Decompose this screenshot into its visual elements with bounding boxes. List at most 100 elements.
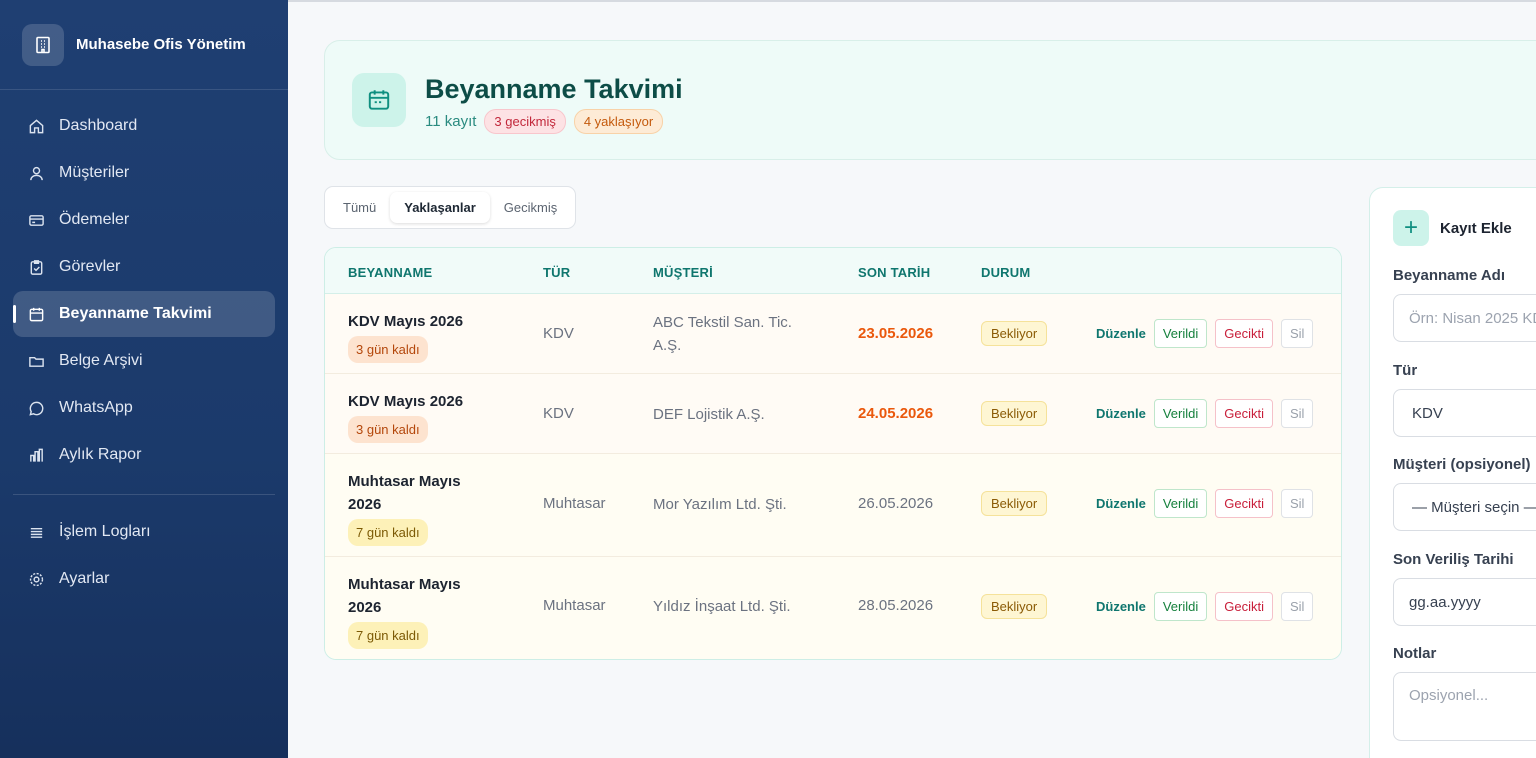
chat-bubble-icon <box>27 399 45 417</box>
tab-upcoming[interactable]: Yaklaşanlar <box>390 192 490 223</box>
sidebar-item-tasks[interactable]: Görevler <box>13 244 275 290</box>
column-header-declaration: BEYANNAME <box>348 265 433 280</box>
due-date: 24.05.2026 <box>858 405 934 422</box>
declaration-title: KDV Mayıs 2026 <box>348 313 464 330</box>
calendar-icon <box>27 305 45 323</box>
due-date-label: Son Veriliş Tarihi <box>1393 551 1514 568</box>
mark-late-button[interactable]: Gecikti <box>1215 399 1273 428</box>
status-cell: Bekliyor <box>981 401 1048 426</box>
building-icon <box>22 23 64 66</box>
client-select[interactable]: — Müşteri seçin — <box>1393 483 1536 531</box>
notes-label: Notlar <box>1393 645 1437 662</box>
sidebar-item-dashboard[interactable]: Dashboard <box>13 103 275 149</box>
row-actions: Düzenle Verildi Gecikti Sil <box>1096 489 1314 518</box>
header-meta: 11 kayıt 3 gecikmiş 4 yaklaşıyor <box>425 109 664 134</box>
sidebar-item-settings[interactable]: Ayarlar <box>13 556 275 602</box>
form-title: Kayıt Ekle <box>1440 219 1512 237</box>
column-header-type: TÜR <box>543 265 571 280</box>
edit-button[interactable]: Düzenle <box>1096 496 1146 511</box>
due-date: 23.05.2026 <box>858 325 934 342</box>
upcoming-badge: 4 yaklaşıyor <box>573 109 664 134</box>
sidebar-item-payments[interactable]: Ödemeler <box>13 197 275 243</box>
client-name: Mor Yazılım Ltd. Şti. <box>653 496 787 513</box>
mark-given-button[interactable]: Verildi <box>1153 489 1208 518</box>
status-badge: Bekliyor <box>981 491 1048 516</box>
sidebar-item-label: Dashboard <box>59 117 138 134</box>
column-header-status: DURUM <box>981 265 1031 280</box>
sidebar-item-label: Belge Arşivi <box>59 352 143 369</box>
form-header: + Kayıt Ekle <box>1393 210 1512 246</box>
overdue-badge: 3 gecikmiş <box>484 109 566 134</box>
status-cell: Bekliyor <box>981 321 1048 346</box>
sidebar-item-archive[interactable]: Belge Arşivi <box>13 338 275 384</box>
status-badge: Bekliyor <box>981 321 1048 346</box>
tab-overdue[interactable]: Gecikmiş <box>490 192 571 223</box>
status-cell: Bekliyor <box>981 594 1048 619</box>
clipboard-check-icon <box>27 258 45 276</box>
sidebar-item-label: Beyanname Takvimi <box>59 305 212 322</box>
client-label: Müşteri (opsiyonel) <box>1393 456 1531 473</box>
mark-late-button[interactable]: Gecikti <box>1215 592 1273 621</box>
sidebar-item-whatsapp[interactable]: WhatsApp <box>13 385 275 431</box>
sidebar-item-logs[interactable]: İşlem Logları <box>13 509 275 555</box>
plus-icon: + <box>1393 210 1429 246</box>
row-actions: Düzenle Verildi Gecikti Sil <box>1096 319 1314 348</box>
declaration-type: Muhtasar <box>543 597 606 614</box>
delete-button[interactable]: Sil <box>1281 319 1314 348</box>
table-header: BEYANNAME TÜR MÜŞTERİ SON TARİH DURUM <box>325 248 1341 294</box>
client-name: ABC Tekstil San. Tic. A.Ş. <box>653 314 792 354</box>
type-select[interactable]: KDV <box>1393 389 1536 437</box>
mark-late-button[interactable]: Gecikti <box>1215 319 1273 348</box>
declaration-type: KDV <box>543 405 574 422</box>
sidebar-item-label: Ödemeler <box>59 211 130 228</box>
declaration-name: Muhtasar Mayıs 2026 7 gün kaldı <box>348 573 488 649</box>
calendar-icon <box>352 73 406 127</box>
home-icon <box>27 117 45 135</box>
status-cell: Bekliyor <box>981 491 1048 516</box>
declaration-name: KDV Mayıs 2026 3 gün kaldı <box>348 390 488 443</box>
sidebar-item-label: Aylık Rapor <box>59 446 142 463</box>
sidebar-divider <box>13 494 275 495</box>
declaration-title: KDV Mayıs 2026 <box>348 393 464 410</box>
declaration-name-input[interactable]: Örn: Nisan 2025 KDV <box>1393 294 1536 342</box>
page-header: Beyanname Takvimi 11 kayıt 3 gecikmiş 4 … <box>324 40 1536 160</box>
mark-given-button[interactable]: Verildi <box>1153 319 1208 348</box>
sidebar-item-customers[interactable]: Müşteriler <box>13 150 275 196</box>
table-row: Muhtasar Mayıs 2026 7 gün kaldı Muhtasar… <box>325 557 1341 659</box>
delete-button[interactable]: Sil <box>1281 399 1314 428</box>
list-icon <box>27 523 45 541</box>
status-badge: Bekliyor <box>981 401 1048 426</box>
delete-button[interactable]: Sil <box>1281 592 1314 621</box>
due-date: 28.05.2026 <box>858 597 934 614</box>
brand: Muhasebe Ofis Yönetim <box>0 0 288 90</box>
record-count: 11 kayıt <box>425 113 477 130</box>
days-left-badge: 3 gün kaldı <box>348 416 428 443</box>
mark-given-button[interactable]: Verildi <box>1153 399 1208 428</box>
edit-button[interactable]: Düzenle <box>1096 599 1146 614</box>
notes-textarea[interactable]: Opsiyonel... <box>1393 672 1536 741</box>
days-left-badge: 7 gün kaldı <box>348 622 428 649</box>
filter-tabs: Tümü Yaklaşanlar Gecikmiş <box>324 186 577 229</box>
days-left-badge: 3 gün kaldı <box>348 336 428 363</box>
sidebar-item-monthly-report[interactable]: Aylık Rapor <box>13 432 275 478</box>
row-actions: Düzenle Verildi Gecikti Sil <box>1096 592 1314 621</box>
edit-button[interactable]: Düzenle <box>1096 406 1146 421</box>
tab-all[interactable]: Tümü <box>329 192 390 223</box>
brand-name: Muhasebe Ofis Yönetim <box>76 36 246 53</box>
users-icon <box>27 164 45 182</box>
due-date: 26.05.2026 <box>858 495 934 512</box>
column-header-due-date: SON TARİH <box>858 265 931 280</box>
table-row: KDV Mayıs 2026 3 gün kaldı KDV ABC Tekst… <box>325 294 1341 374</box>
edit-button[interactable]: Düzenle <box>1096 326 1146 341</box>
mark-late-button[interactable]: Gecikti <box>1215 489 1273 518</box>
table-row: KDV Mayıs 2026 3 gün kaldı KDV DEF Lojis… <box>325 374 1341 454</box>
delete-button[interactable]: Sil <box>1281 489 1314 518</box>
page-title: Beyanname Takvimi <box>425 74 683 104</box>
sidebar-item-tax-calendar[interactable]: Beyanname Takvimi <box>13 291 275 337</box>
mark-given-button[interactable]: Verildi <box>1153 592 1208 621</box>
client-name: Yıldız İnşaat Ltd. Şti. <box>653 598 791 615</box>
due-date-input[interactable]: gg.aa.yyyy <box>1393 578 1536 626</box>
declaration-title: Muhtasar Mayıs 2026 <box>348 576 461 616</box>
sidebar-item-label: Görevler <box>59 258 121 275</box>
declaration-type: KDV <box>543 325 574 342</box>
